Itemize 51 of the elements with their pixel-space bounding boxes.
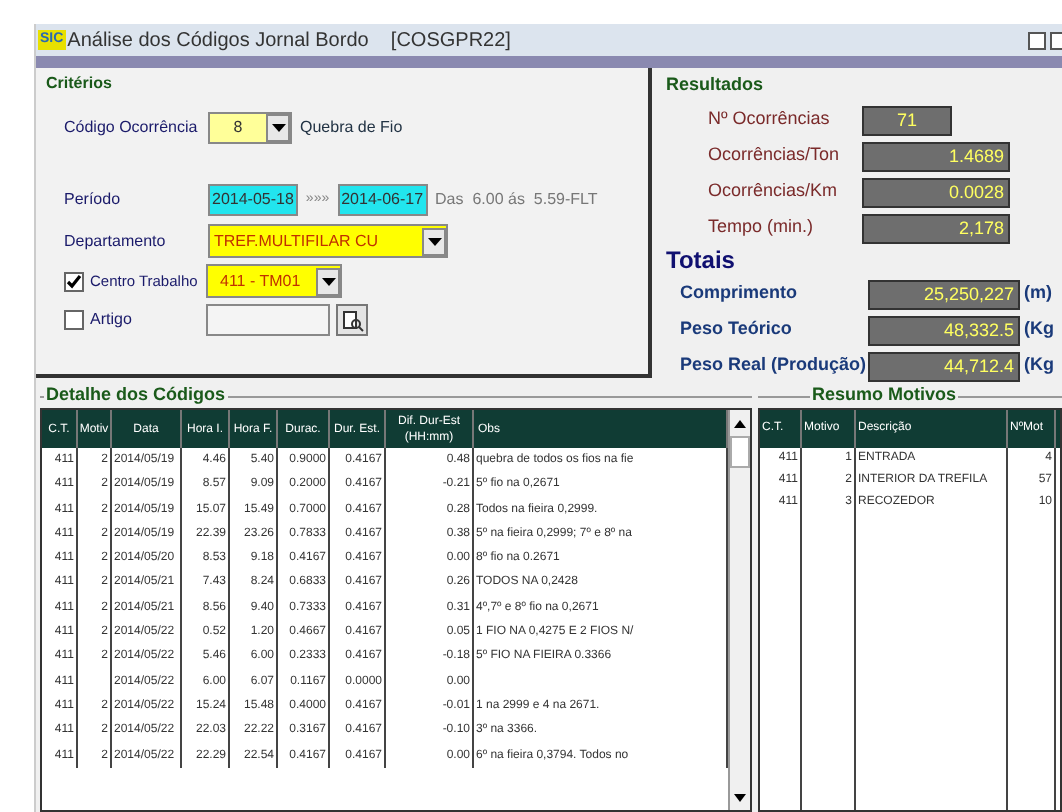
scrollbar[interactable] xyxy=(728,410,750,810)
total-label: Peso Teórico xyxy=(680,316,794,343)
departamento-select[interactable]: TREF.MULTIFILAR CU xyxy=(208,224,448,258)
unit-label: (m) xyxy=(1024,280,1052,307)
date-field[interactable]: 2014-05-18 xyxy=(208,184,298,216)
result-value: 1.4689 xyxy=(862,141,1010,171)
caret-icon xyxy=(321,277,335,285)
unit-label: (Kg xyxy=(1024,352,1054,379)
result-label: Ocorrências/Km xyxy=(708,178,840,205)
result-label: Tempo (min.) xyxy=(708,214,816,241)
result-value: 0.0028 xyxy=(862,177,1010,207)
result-label: Nº Ocorrências xyxy=(708,106,832,133)
codigo-select[interactable]: 8 xyxy=(208,112,292,144)
search-icon xyxy=(341,309,363,331)
search-button[interactable] xyxy=(336,304,368,336)
dropdown-button[interactable] xyxy=(422,227,446,255)
field-label: Departamento xyxy=(64,229,168,253)
section-title: Detalhe dos Códigos xyxy=(44,382,228,409)
result-label: Ocorrências/Ton xyxy=(708,142,842,169)
hours-text: Das 6.00 ás 5.59-FLT xyxy=(435,188,598,212)
date-field[interactable]: 2014-06-17 xyxy=(337,184,428,216)
dropdown-button[interactable] xyxy=(316,267,340,295)
maximize-button[interactable] xyxy=(1050,31,1062,49)
codigo-description: Quebra de Fio xyxy=(300,116,403,140)
dropdown-button[interactable] xyxy=(266,114,290,142)
section-title: Resumo Motivos xyxy=(810,382,959,409)
field-label: Período xyxy=(64,188,123,212)
total-value: 48,332.5 xyxy=(868,315,1020,345)
total-label: Peso Real (Produção) xyxy=(680,352,868,379)
result-value: 2,178 xyxy=(862,213,1010,243)
scroll-up-icon[interactable] xyxy=(734,419,746,427)
result-value: 71 xyxy=(862,105,952,135)
total-value: 25,250,227 xyxy=(868,279,1020,309)
scroll-thumb[interactable] xyxy=(730,436,750,468)
checkbox[interactable] xyxy=(64,271,84,291)
field-label: Artigo xyxy=(90,308,134,332)
scroll-down-icon[interactable] xyxy=(734,793,746,801)
section-title: Totais xyxy=(666,245,737,273)
unit-label: (Kg xyxy=(1024,316,1054,343)
artigo-field[interactable] xyxy=(206,304,330,336)
total-label: Comprimento xyxy=(680,280,799,307)
field-label: Código Ocorrência xyxy=(64,116,200,140)
window-title: Análise dos Códigos Jornal Bordo [COSGPR22] xyxy=(67,27,511,55)
section-title: Critérios xyxy=(46,72,114,96)
checkbox[interactable] xyxy=(64,310,84,330)
minimize-button[interactable] xyxy=(1028,31,1046,49)
caret-icon xyxy=(271,124,285,132)
centro-select[interactable]: 411 - TM01 xyxy=(206,264,342,298)
total-value: 44,712.4 xyxy=(868,351,1020,381)
caret-icon xyxy=(427,237,441,245)
section-title: Resultados xyxy=(666,72,766,98)
